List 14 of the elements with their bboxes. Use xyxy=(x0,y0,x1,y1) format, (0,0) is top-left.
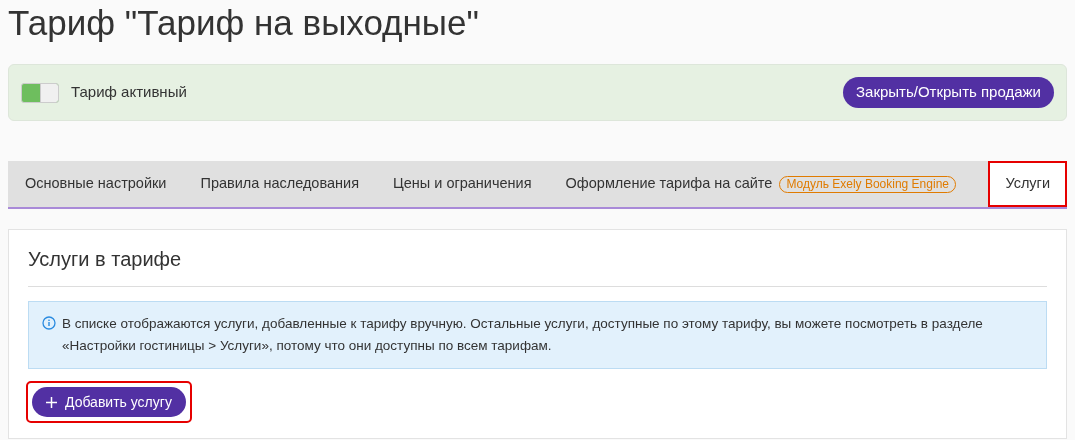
status-label: Тариф активный xyxy=(71,82,187,103)
tab[interactable]: Оформление тарифа на сайте Модуль Exely Booking Engine xyxy=(548,161,973,207)
tab[interactable]: Правила наследования xyxy=(183,161,376,207)
plus-icon xyxy=(46,396,57,408)
section-title: Услуги в тарифе xyxy=(28,246,1047,287)
sales-button[interactable]: Закрыть/Открыть продажи xyxy=(843,77,1054,108)
toggle-switch[interactable] xyxy=(21,82,59,103)
tab[interactable]: Основные настройки xyxy=(8,161,184,207)
tab[interactable]: Услуги xyxy=(988,161,1067,207)
page-title: Тариф "Тариф на выходные" xyxy=(8,2,480,44)
info-text: В списке отображаются услуги, добавленные к тарифу вручную. Остальные услуги, доступные по этому тарифу, вы можете посмотреть в разделе «Настройки гостиницы > Услуги», потому что они доступны по всем тарифам. xyxy=(62,315,984,355)
add-service-button[interactable]: Добавить услугу xyxy=(32,387,186,417)
tab[interactable]: Цены и ограничения xyxy=(376,161,549,207)
info-icon xyxy=(42,316,56,330)
